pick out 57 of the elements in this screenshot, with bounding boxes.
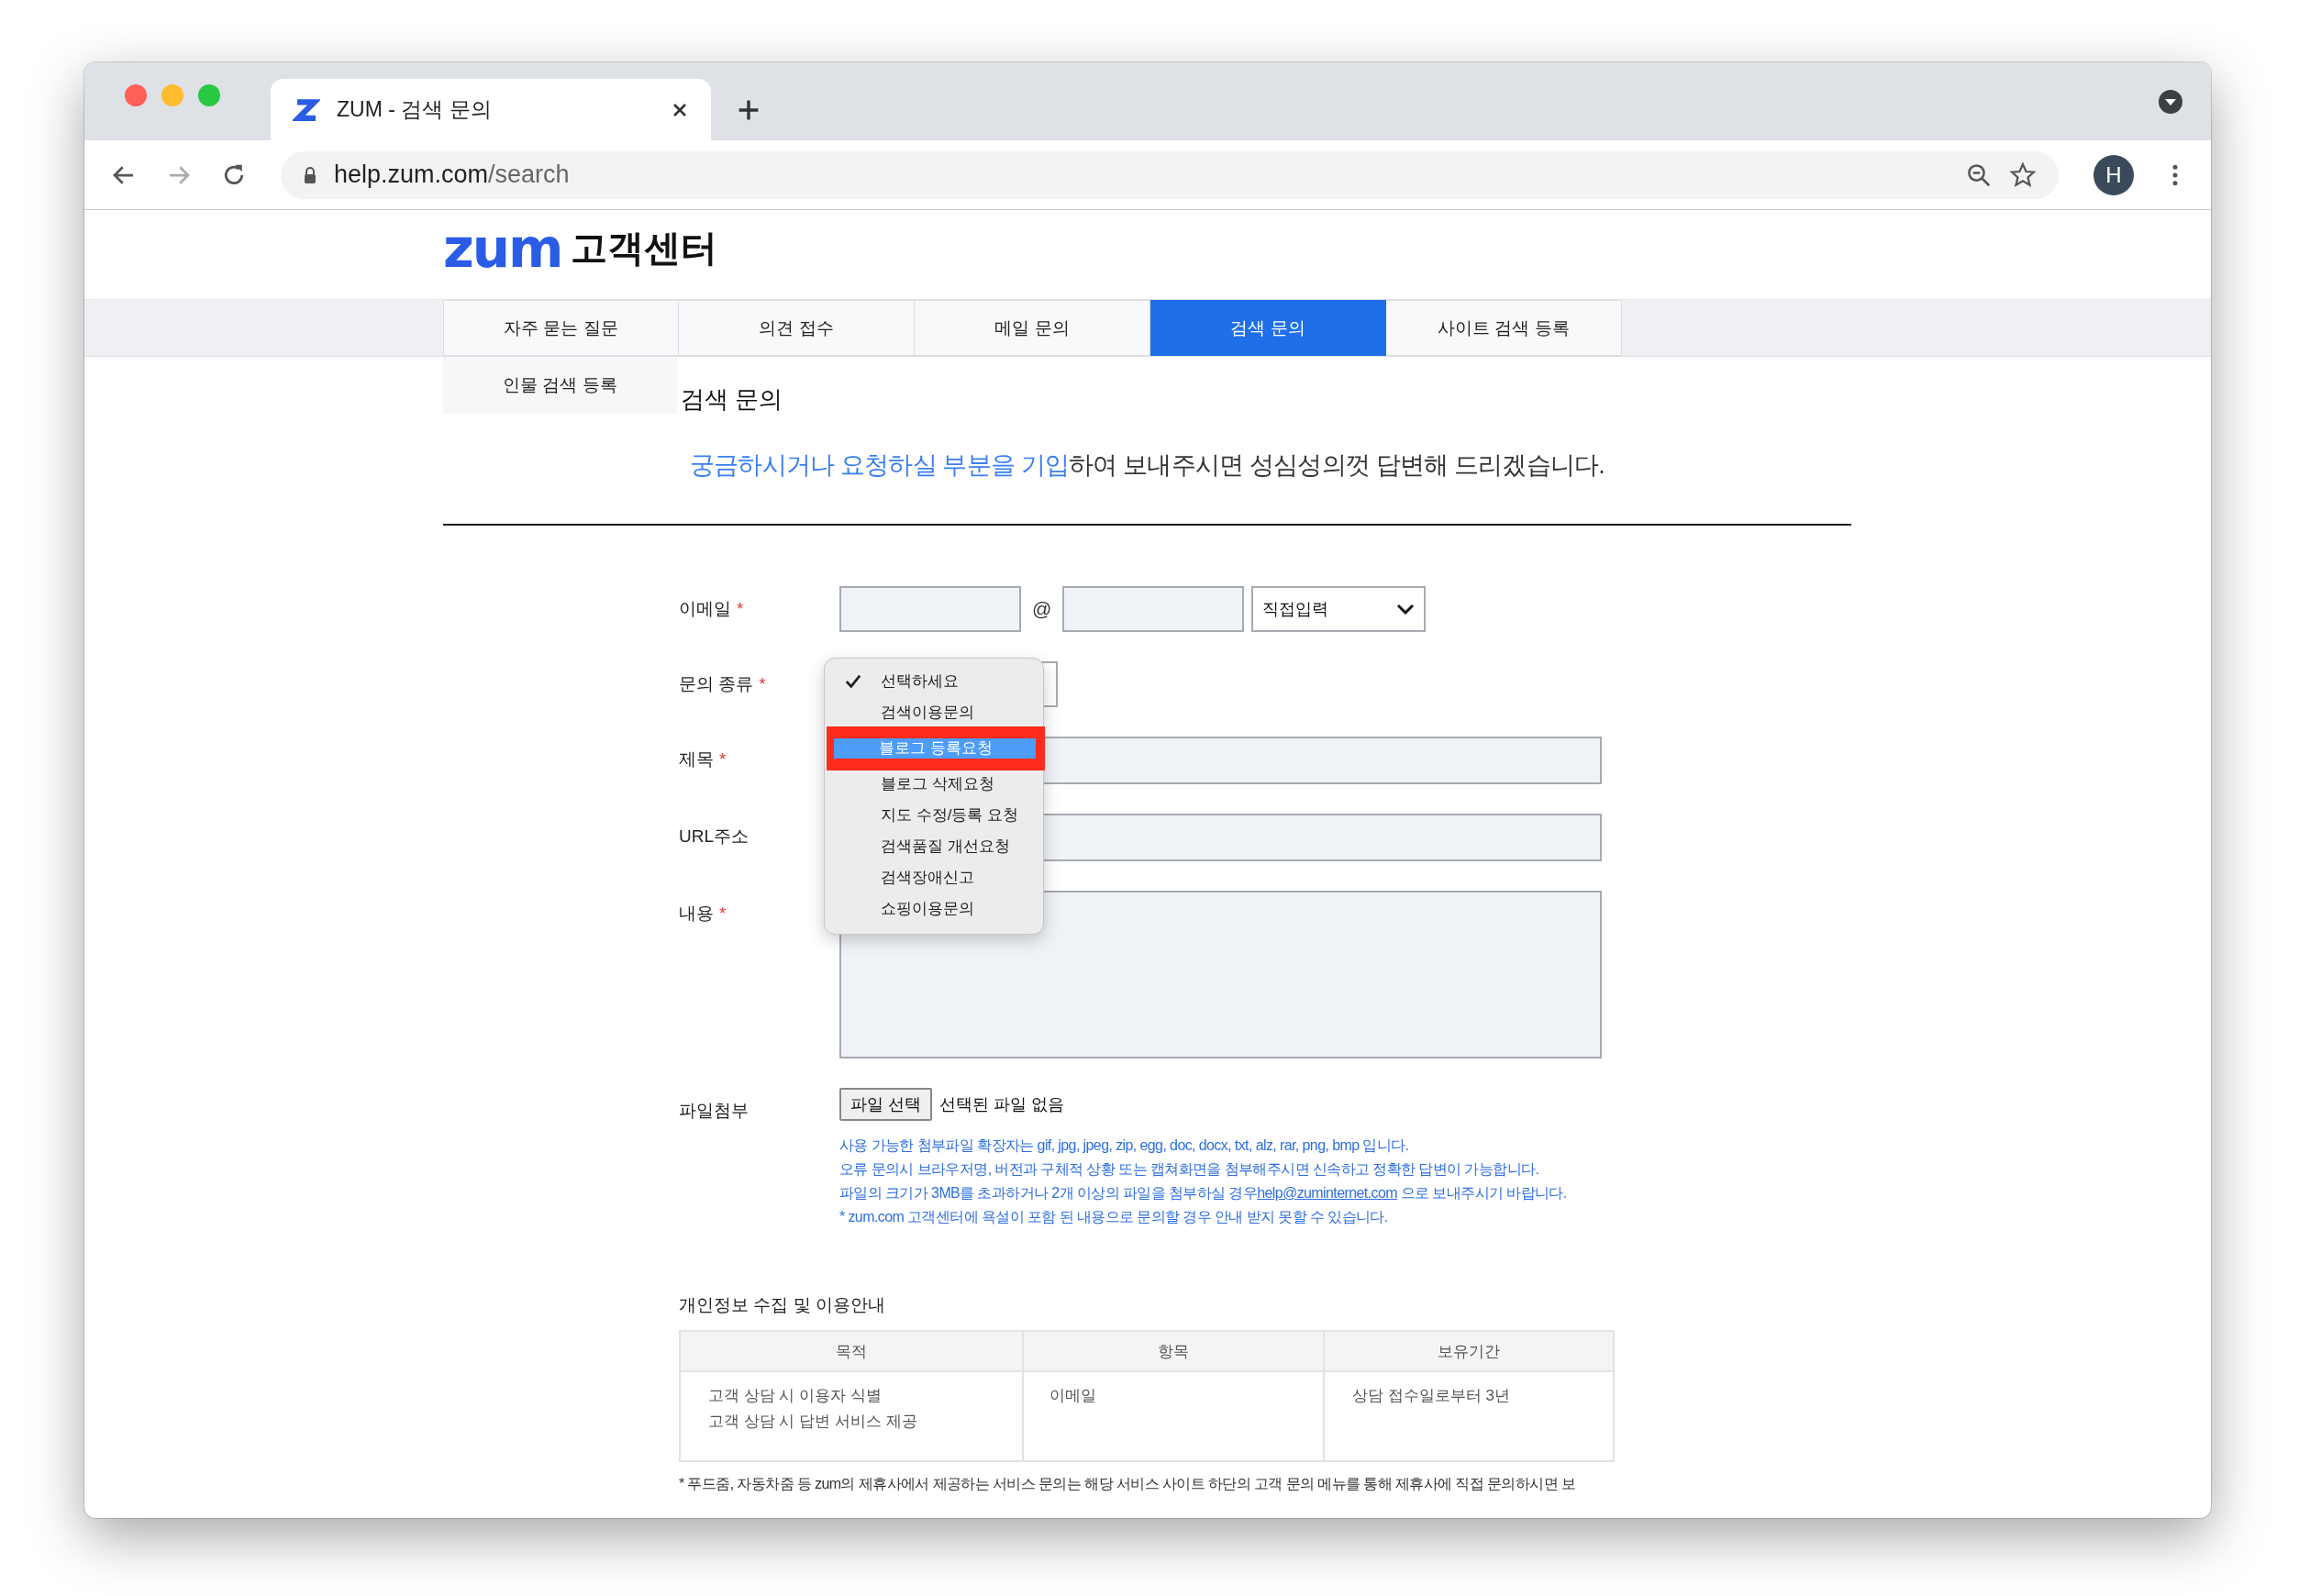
maximize-button[interactable] <box>198 83 220 106</box>
note-text: 파일의 크기가 3MB를 초과하거나 2개 이상의 파일을 첨부하실 경우help@zuminternet.com 으로 보내주시기 바랍니다. <box>839 1184 1568 1203</box>
nav-tab[interactable]: 자주 묻는 질문 <box>443 300 679 356</box>
column-header: 보유기간 <box>1324 1331 1614 1371</box>
nav-tab[interactable]: 사이트 검색 등록 <box>1386 300 1622 356</box>
nav-tab[interactable]: 의견 접수 <box>679 300 915 356</box>
field-label: 제목 * <box>679 748 727 770</box>
email-domain-field[interactable] <box>1062 586 1245 632</box>
note-text: 사용 가능한 첨부파일 확장자는 gif, jpg, jpeg, zip, egg, doc, docx, txt, alz, rar, png, bmp 입니다. <box>839 1136 1410 1155</box>
field-label: 파일첨부 <box>679 1100 750 1122</box>
column-header: 항목 <box>1023 1331 1324 1371</box>
address-bar[interactable]: help.zum.com/search <box>281 150 2059 199</box>
dropdown-option[interactable]: 검색이용문의 <box>836 697 1028 728</box>
dropdown-option[interactable]: 검색장애신고 <box>836 862 1028 893</box>
dropdown-option[interactable]: 블로그 삭제요청 <box>836 769 1028 800</box>
content-field[interactable] <box>839 891 1602 1058</box>
chevron-icon <box>1396 604 1416 615</box>
tab-title: ZUM - 검색 문의 <box>337 96 493 123</box>
nav-tab[interactable]: 인물 검색 등록 <box>443 357 677 414</box>
field-label: 내용 * <box>679 903 727 925</box>
dropdown-option[interactable]: 선택하세요 <box>836 666 1028 697</box>
browser-tab[interactable]: ZUM - 검색 문의 <box>271 79 711 140</box>
nav-tab[interactable]: 검색 문의 <box>1150 300 1386 356</box>
section-title: 개인정보 수집 및 이용안내 <box>679 1294 886 1316</box>
dropdown-option[interactable]: 지도 수정/등록 요청 <box>836 800 1028 831</box>
email-link[interactable]: help@zuminternet.com <box>1257 1185 1397 1201</box>
lock-icon <box>303 165 317 184</box>
footer-note: * 푸드줌, 자동차줌 등 zum의 제휴사에서 제공하는 서비스 문의는 해당 서비스 사이트 하단의 고객 문의 메뉴를 통해 제휴사에 직접 문의하시면 보 <box>679 1475 1577 1493</box>
email-id-field[interactable] <box>839 586 1021 632</box>
table-cell-text: 고객 상담 시 이용자 식별 <box>708 1386 883 1406</box>
file-status: 선택된 파일 없음 <box>939 1094 1065 1115</box>
table-cell-text: 고객 상담 시 답변 서비스 제공 <box>708 1412 918 1432</box>
tab-search-icon[interactable] <box>2158 88 2183 115</box>
logo[interactable]: zum <box>443 221 562 275</box>
field-label: 이메일 * <box>679 598 745 620</box>
field-label: 문의 종류 * <box>679 673 767 695</box>
dropdown-option[interactable]: 쇼핑이용문의 <box>836 893 1028 925</box>
site-title: 고객센터 <box>571 227 718 270</box>
close-button[interactable] <box>125 83 147 106</box>
note-text: 오류 문의시 브라우저명, 버전과 구체적 상황 또는 캡쳐화면을 첨부해주시면 신속하고 정확한 답변이 가능합니다. <box>839 1160 1540 1179</box>
domain-select[interactable]: 직접입력 <box>1251 586 1427 632</box>
new-tab-icon[interactable] <box>737 98 761 122</box>
table-cell-text: 상담 접수일로부터 3년 <box>1352 1386 1511 1406</box>
star-icon[interactable] <box>2009 161 2037 189</box>
at-sign: @ <box>1032 598 1052 620</box>
check-icon <box>845 673 861 690</box>
table-cell-text: 이메일 <box>1049 1386 1097 1406</box>
note-text: * zum.com 고객센터에 욕설이 포함 된 내용으로 문의할 경우 안내 받지 못할 수 있습니다. <box>839 1208 1389 1226</box>
intro-text: 궁금하시거나 요청하실 부분을 기입하여 보내주시면 성심성의껏 답변해 드리겠습니다. <box>689 450 1605 481</box>
profile-button[interactable]: H <box>2093 154 2134 195</box>
nav-tab[interactable]: 메일 문의 <box>915 300 1150 356</box>
page-title: 검색 문의 <box>681 384 783 415</box>
file-select-button[interactable]: 파일 선택 <box>839 1088 932 1121</box>
column-header: 목적 <box>680 1331 1023 1371</box>
url-text: help.zum.com/search <box>334 161 570 189</box>
field-label: URL주소 <box>679 826 750 848</box>
dropdown-option[interactable]: 검색품질 개선요청 <box>836 831 1028 862</box>
